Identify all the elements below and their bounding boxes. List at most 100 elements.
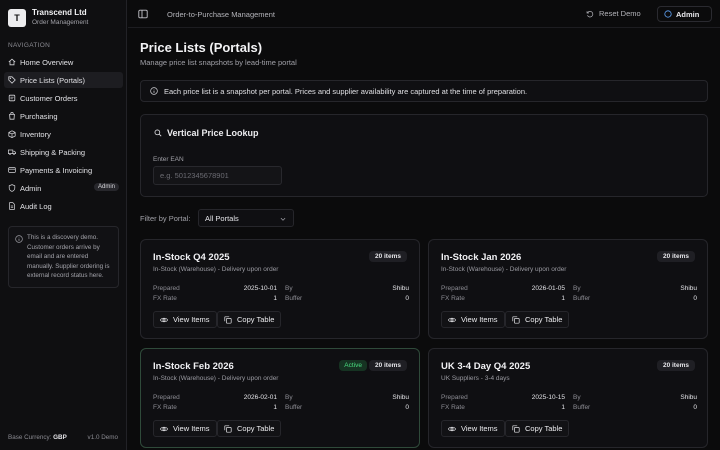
items-count-badge: 20 items [368, 360, 407, 371]
copy-table-button[interactable]: Copy Table [505, 420, 570, 437]
prepared-date: 2025-10-01 [243, 285, 277, 292]
ean-input[interactable] [153, 166, 282, 185]
fx-field: FX Rate 1 [441, 295, 565, 302]
copy-table-button[interactable]: Copy Table [505, 311, 570, 328]
base-currency: Base Currency: GBP [8, 434, 67, 441]
version-label: v1.0 Demo [87, 434, 118, 441]
by-field: By Shibu [573, 285, 697, 292]
prepared-by: Shibu [392, 285, 409, 292]
card-title: UK 3-4 Day Q4 2025 [441, 361, 531, 372]
sidebar-item-inventory[interactable]: Inventory [4, 126, 123, 142]
copy-icon [224, 424, 232, 433]
sidebar-item-audit-log[interactable]: Audit Log [4, 198, 123, 214]
eye-icon [448, 317, 456, 322]
view-items-button[interactable]: View Items [441, 420, 505, 437]
info-banner-text: Each price list is a snapshot per portal… [164, 86, 528, 96]
view-items-button[interactable]: View Items [153, 311, 217, 328]
sidebar-nav: Home Overview Price Lists (Portals) Cust… [4, 54, 123, 216]
items-count-badge: 20 items [368, 251, 407, 262]
price-list-card-2: In-Stock Jan 2026 In-Stock (Warehouse) -… [428, 239, 708, 339]
eye-icon [448, 426, 456, 431]
price-lookup-title: Vertical Price Lookup [154, 128, 259, 138]
fx-field: FX Rate 1 [153, 404, 277, 411]
card-title: In-Stock Feb 2026 [153, 361, 234, 372]
bag-icon [8, 112, 16, 120]
card-icon [8, 166, 16, 174]
fx-value: 1 [273, 404, 277, 411]
nav-section-label: NAVIGATION [8, 42, 51, 49]
sidebar-item-home-overview[interactable]: Home Overview [4, 54, 123, 70]
portal-filter-select[interactable]: All Portals [198, 209, 294, 227]
prepared-field: Prepared 2025-10-15 [441, 394, 565, 401]
prepared-by: Shibu [392, 394, 409, 401]
eye-icon [160, 317, 168, 322]
tag-icon [8, 76, 16, 84]
sidebar-item-label: Price Lists (Portals) [20, 75, 86, 85]
sidebar-toggle-icon[interactable] [138, 9, 148, 19]
prepared-field: Prepared 2025-10-01 [153, 285, 277, 292]
sidebar-item-payments-invoicing[interactable]: Payments & Invoicing [4, 162, 123, 178]
price-list-card-4: UK 3-4 Day Q4 2025 UK Suppliers - 3-4 da… [428, 348, 708, 448]
ean-label: Enter EAN [153, 156, 184, 163]
info-icon [15, 235, 23, 243]
card-title: In-Stock Jan 2026 [441, 252, 522, 263]
shield-icon [8, 184, 16, 192]
view-items-button[interactable]: View Items [153, 420, 217, 437]
sidebar-footer: Base Currency: GBP v1.0 Demo [8, 434, 118, 441]
info-icon [150, 87, 158, 95]
breadcrumb: Order-to-Purchase Management [167, 10, 275, 19]
prepared-by: Shibu [680, 285, 697, 292]
demo-info-text: This is a discovery demo. Customer order… [27, 234, 110, 279]
search-icon [154, 129, 162, 137]
sidebar-item-shipping-packing[interactable]: Shipping & Packing [4, 144, 123, 160]
reset-demo-button[interactable]: Reset Demo [586, 9, 641, 18]
page-subtitle: Manage price list snapshots by lead-time… [140, 58, 297, 67]
prepared-field: Prepared 2026-02-01 [153, 394, 277, 401]
sidebar-item-label: Admin [20, 183, 42, 193]
buffer-field: Buffer 0 [285, 404, 409, 411]
copy-icon [224, 315, 232, 324]
copy-table-button[interactable]: Copy Table [217, 420, 282, 437]
sidebar-item-label: Payments & Invoicing [20, 165, 93, 175]
by-field: By Shibu [285, 394, 409, 401]
sidebar-item-label: Shipping & Packing [20, 147, 86, 157]
sidebar: T Transcend Ltd Order Management NAVIGAT… [0, 0, 127, 450]
items-count-badge: 20 items [656, 360, 695, 371]
sidebar-item-label: Inventory [20, 129, 51, 139]
fx-field: FX Rate 1 [153, 295, 277, 302]
sidebar-item-price-lists[interactable]: Price Lists (Portals) [4, 72, 123, 88]
page-title: Price Lists (Portals) [140, 40, 263, 55]
buffer-field: Buffer 0 [573, 404, 697, 411]
sidebar-item-label: Audit Log [20, 201, 52, 211]
prepared-date: 2026-02-01 [243, 394, 277, 401]
price-list-card-1: In-Stock Q4 2025 In-Stock (Warehouse) - … [140, 239, 420, 339]
copy-icon [512, 315, 520, 324]
items-count-badge: 20 items [656, 251, 695, 262]
buffer-field: Buffer 0 [573, 295, 697, 302]
brand-logo: T [8, 8, 26, 27]
sidebar-item-customer-orders[interactable]: Customer Orders [4, 90, 123, 106]
prepared-field: Prepared 2026-01-05 [441, 285, 565, 292]
buffer-field: Buffer 0 [285, 295, 409, 302]
fx-field: FX Rate 1 [441, 404, 565, 411]
card-title: In-Stock Q4 2025 [153, 252, 230, 263]
price-list-card-3: In-Stock Feb 2026 In-Stock (Warehouse) -… [140, 348, 420, 448]
topbar: Order-to-Purchase Management Reset Demo … [128, 0, 720, 28]
view-items-button[interactable]: View Items [441, 311, 505, 328]
truck-icon [8, 148, 16, 156]
sidebar-item-admin[interactable]: Admin Admin [4, 180, 123, 196]
box-icon [8, 130, 16, 138]
file-icon [8, 202, 16, 210]
sidebar-item-purchasing[interactable]: Purchasing [4, 108, 123, 124]
buffer-value: 0 [693, 295, 697, 302]
copy-table-button[interactable]: Copy Table [217, 311, 282, 328]
brand-subtitle: Order Management [32, 19, 89, 26]
price-lookup-panel: Vertical Price Lookup Enter EAN [140, 114, 708, 197]
role-selector[interactable]: Admin [657, 6, 712, 22]
refresh-icon [586, 10, 594, 17]
info-banner: Each price list is a snapshot per portal… [140, 80, 708, 102]
buffer-value: 0 [405, 404, 409, 411]
active-badge: Active [339, 360, 367, 371]
eye-icon [160, 426, 168, 431]
prepared-date: 2025-10-15 [531, 394, 565, 401]
